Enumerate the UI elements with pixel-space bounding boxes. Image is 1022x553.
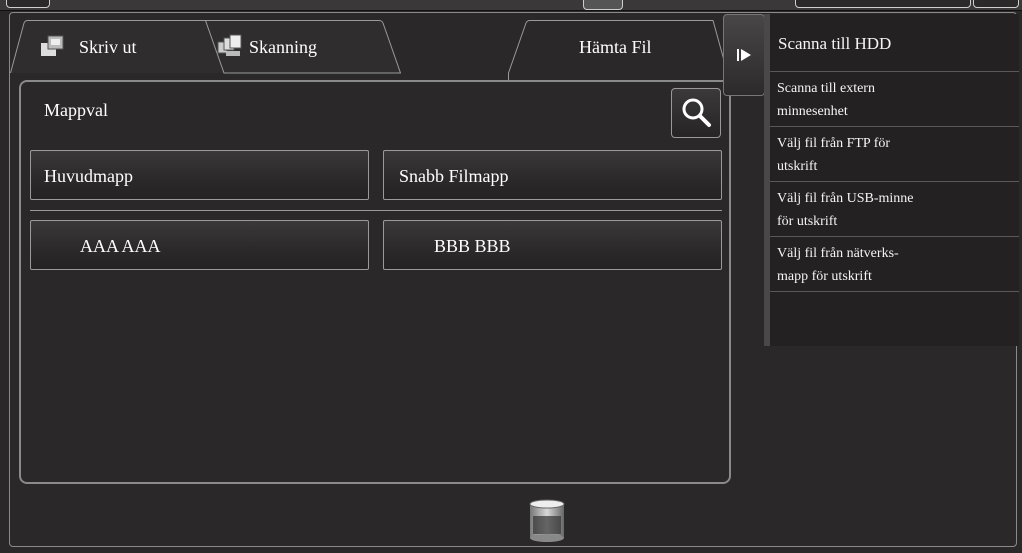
print-icon: [40, 34, 66, 58]
search-button[interactable]: [671, 88, 721, 138]
sidebar-item-scan-external[interactable]: Scanna till extern minnesenhet: [770, 72, 1019, 127]
sidebar-item-label: Välj fil från nätverks-: [777, 246, 899, 261]
top-far-right-button[interactable]: [973, 0, 1019, 8]
folder-button-main[interactable]: Huvudmapp: [30, 150, 369, 200]
folder-panel: [19, 80, 731, 484]
sidebar-item-scan-to-hdd[interactable]: Scanna till HDD: [770, 14, 1019, 72]
section-title: Mappval: [44, 100, 108, 120]
folder-button-label: BBB BBB: [434, 236, 511, 256]
sidebar-toggle-button[interactable]: [723, 14, 765, 96]
tab-scan-label: Skanning: [249, 37, 318, 57]
tab-print[interactable]: Skriv ut: [10, 20, 230, 74]
top-right-button[interactable]: [795, 0, 971, 8]
folder-button-label: AAA AAA: [80, 236, 161, 256]
sidebar-item-label: Scanna till HDD: [778, 34, 892, 53]
folder-button-quick[interactable]: Snabb Filmapp: [383, 150, 722, 200]
top-center-indicator: [583, 0, 623, 10]
scan-icon: [217, 34, 243, 58]
tab-retrieve-file[interactable]: Hämta Fil: [508, 20, 728, 82]
sidebar-item-label: Välj fil från FTP för: [777, 136, 891, 151]
storage-icon: [528, 499, 566, 543]
tab-retrieve-label: Hämta Fil: [579, 37, 652, 57]
play-arrow-icon: [737, 49, 751, 61]
folder-button-label: Huvudmapp: [44, 166, 133, 186]
sidebar-item-label: Scanna till extern: [777, 81, 875, 96]
sidebar-item-label: för utskrift: [777, 214, 838, 229]
folder-button-user-1[interactable]: AAA AAA: [30, 220, 369, 270]
sidebar-item-network-print[interactable]: Välj fil från nätverks- mapp för utskrif…: [770, 237, 1019, 292]
top-strip: [0, 0, 1022, 11]
folder-button-user-2[interactable]: BBB BBB: [383, 220, 722, 270]
folder-button-label: Snabb Filmapp: [399, 166, 509, 186]
tab-print-label: Skriv ut: [79, 37, 137, 57]
divider: [30, 210, 722, 211]
sidebar-item-label: mapp för utskrift: [777, 269, 872, 284]
sidebar-item-usb-print[interactable]: Välj fil från USB-minne för utskrift: [770, 182, 1019, 237]
sidebar-item-label: utskrift: [777, 159, 818, 174]
top-left-button[interactable]: [6, 0, 50, 8]
tab-scan[interactable]: Skanning: [205, 20, 401, 74]
sidebar-item-ftp-print[interactable]: Välj fil från FTP för utskrift: [770, 127, 1019, 182]
sidebar-item-label: minnesenhet: [777, 104, 848, 119]
sidebar-item-label: Välj fil från USB-minne: [777, 191, 914, 206]
search-icon: [682, 98, 711, 127]
action-sidebar: Scanna till HDD Scanna till extern minne…: [764, 14, 1019, 346]
